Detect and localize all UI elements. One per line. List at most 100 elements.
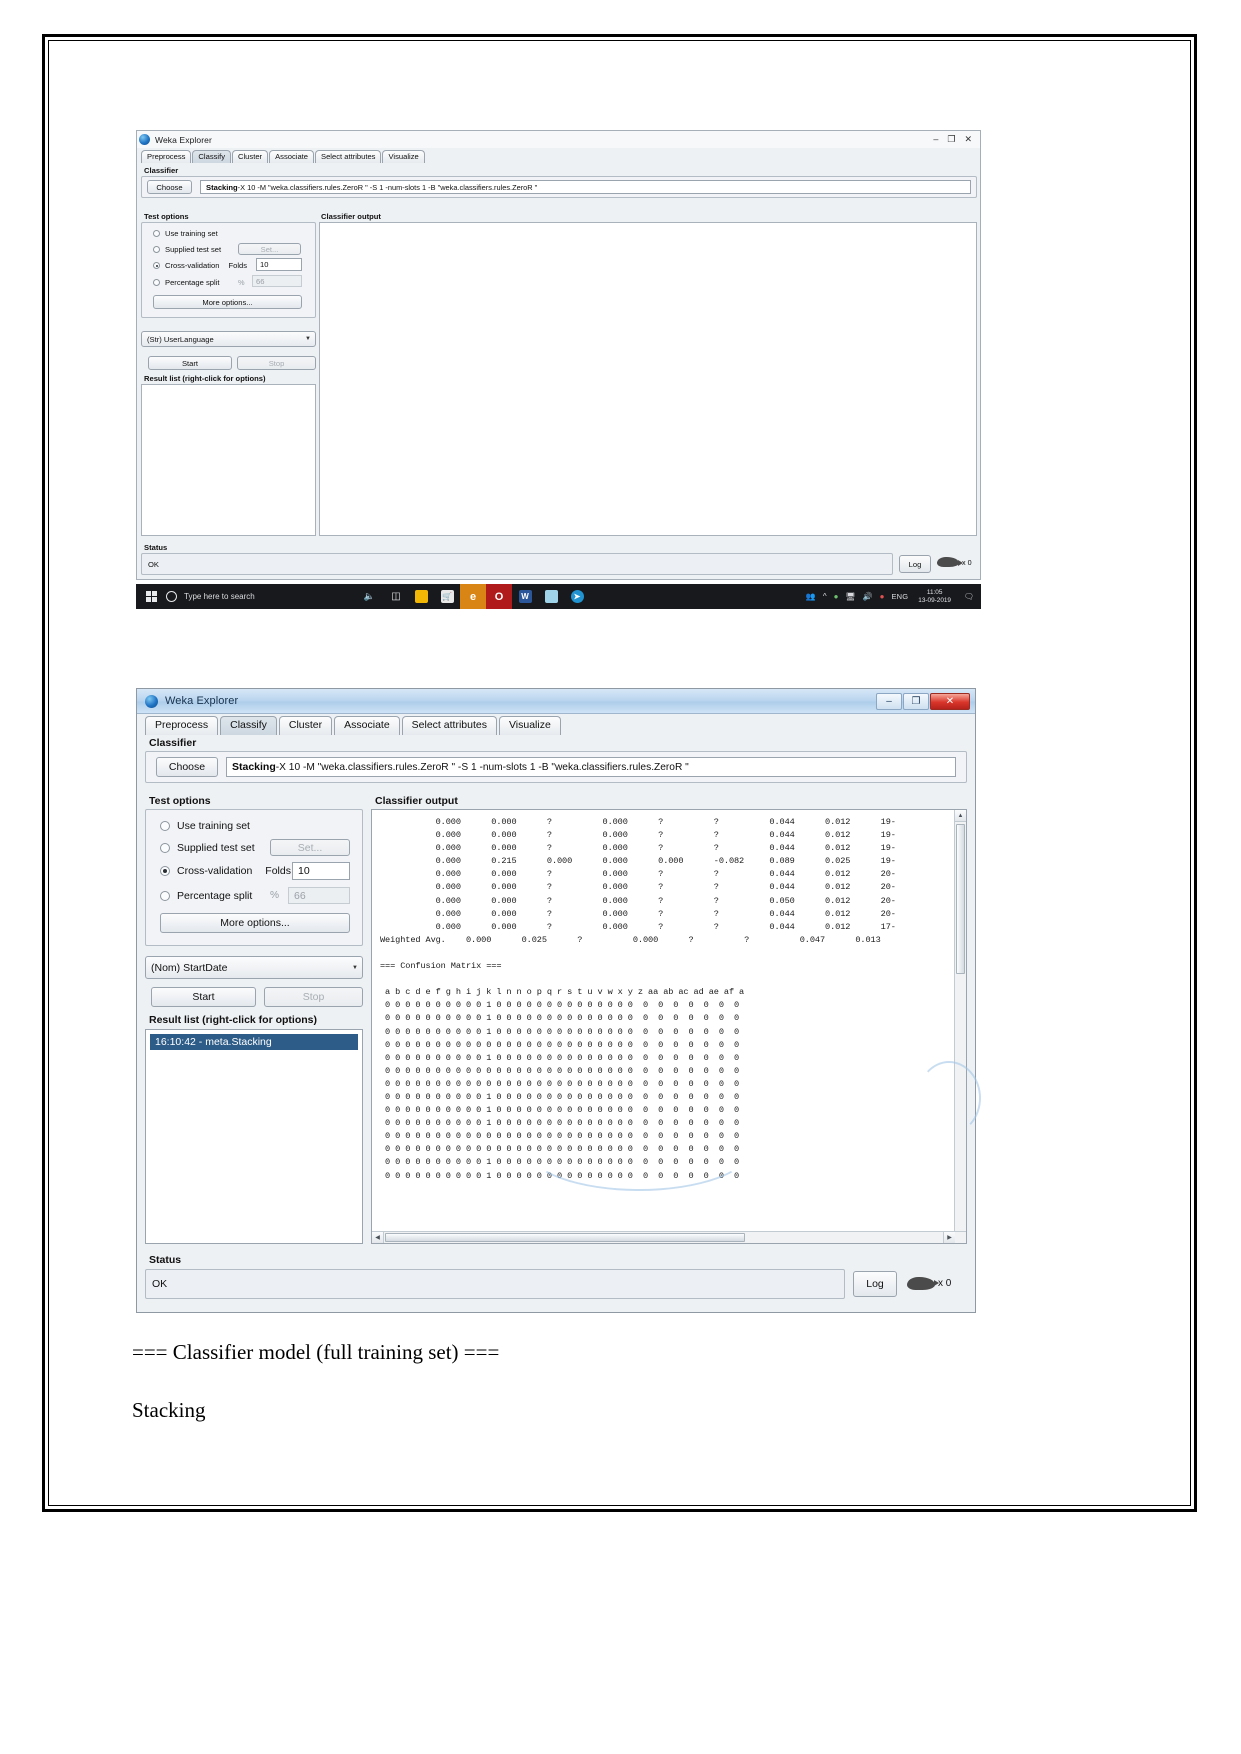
microphone-icon[interactable]: 🔈 bbox=[364, 591, 375, 602]
windows-taskbar: Type here to search 🔈 ◫ 🛒 e O W ➤ 👥 ^ ● … bbox=[136, 584, 981, 609]
maximize-button[interactable]: ❐ bbox=[903, 692, 929, 710]
task-view-icon[interactable]: ◫ bbox=[384, 591, 408, 602]
weka-logo-icon bbox=[139, 134, 150, 145]
show-hidden-icons-chevron[interactable]: ^ bbox=[823, 592, 827, 601]
search-placeholder: Type here to search bbox=[184, 592, 255, 601]
radio-label: Percentage split bbox=[177, 890, 253, 902]
microsoft-store-icon[interactable]: 🛒 bbox=[434, 584, 460, 609]
more-options-button[interactable]: More options... bbox=[153, 295, 302, 309]
weka-explorer-window-bottom: Weka Explorer – ❐ ✕ Preprocess Classify … bbox=[136, 688, 981, 1313]
folds-input[interactable]: 10 bbox=[292, 862, 350, 880]
output-vertical-scrollbar[interactable]: ▲ ▼ bbox=[954, 810, 966, 1243]
notepad-icon[interactable] bbox=[538, 584, 564, 609]
tray-app-icon[interactable]: ● bbox=[834, 592, 839, 601]
system-tray: 👥 ^ ● 🖥 🔊 ● ENG 11:05 13-09-2019 🗨 bbox=[806, 584, 981, 609]
start-button[interactable]: Start bbox=[151, 987, 256, 1007]
radio-cross-validation[interactable]: Cross-validation Folds bbox=[153, 261, 247, 270]
set-button[interactable]: Set... bbox=[238, 243, 301, 255]
action-center-icon[interactable]: 🗨 bbox=[961, 584, 977, 609]
taskbar-search-box[interactable]: Type here to search 🔈 bbox=[166, 584, 384, 609]
scroll-left-icon[interactable]: ◀ bbox=[372, 1232, 384, 1243]
choose-classifier-button[interactable]: Choose bbox=[147, 180, 192, 194]
radio-percentage-split[interactable]: Percentage split bbox=[153, 278, 219, 287]
tab-associate[interactable]: Associate bbox=[334, 715, 400, 735]
radio-use-training-set[interactable]: Use training set bbox=[153, 229, 218, 238]
tab-select-attributes[interactable]: Select attributes bbox=[315, 149, 382, 163]
radio-supplied-test-set[interactable]: Supplied test set bbox=[160, 842, 255, 854]
percentage-split-input[interactable]: 66 bbox=[252, 275, 302, 287]
tab-classify[interactable]: Classify bbox=[220, 715, 277, 735]
percent-symbol: % bbox=[238, 278, 245, 287]
bird-count: x 0 bbox=[938, 1278, 952, 1289]
radio-use-training-set[interactable]: Use training set bbox=[160, 820, 250, 832]
weka-explorer-window-top: Weka Explorer – ❐ ✕ Preprocess Classify … bbox=[136, 130, 981, 580]
class-attribute-combo[interactable]: (Str) UserLanguage ▼ bbox=[141, 331, 316, 347]
document-page: Weka Explorer – ❐ ✕ Preprocess Classify … bbox=[0, 0, 1241, 1754]
class-attribute-combo[interactable]: (Nom) StartDate ▼ bbox=[145, 956, 363, 979]
list-item[interactable]: 16:10:42 - meta.Stacking bbox=[150, 1034, 358, 1050]
scroll-up-icon[interactable]: ▲ bbox=[955, 810, 966, 822]
set-button[interactable]: Set... bbox=[270, 839, 350, 856]
opera-icon[interactable]: O bbox=[486, 584, 512, 609]
result-list-label: Result list (right-click for options) bbox=[144, 374, 266, 383]
tab-classify[interactable]: Classify bbox=[192, 149, 232, 163]
telegram-icon[interactable]: ➤ bbox=[564, 584, 590, 609]
log-button[interactable]: Log bbox=[899, 555, 931, 573]
tab-visualize[interactable]: Visualize bbox=[498, 715, 561, 735]
start-button-windows[interactable] bbox=[136, 591, 166, 602]
tab-visualize[interactable]: Visualize bbox=[382, 149, 425, 163]
radio-supplied-test-set[interactable]: Supplied test set bbox=[153, 245, 221, 254]
start-button[interactable]: Start bbox=[148, 356, 232, 370]
stop-button[interactable]: Stop bbox=[264, 987, 363, 1007]
radio-percentage-split[interactable]: Percentage split bbox=[160, 890, 252, 902]
window2-title: Weka Explorer bbox=[165, 695, 239, 707]
classifier-output-label: Classifier output bbox=[375, 795, 458, 807]
minimize-button[interactable]: – bbox=[876, 692, 902, 710]
stop-button[interactable]: Stop bbox=[237, 356, 316, 370]
radio-cross-validation[interactable]: Cross-validation Folds bbox=[160, 865, 291, 877]
scroll-right-icon[interactable]: ▶ bbox=[943, 1232, 955, 1243]
file-explorer-icon[interactable] bbox=[408, 584, 434, 609]
vertical-scroll-thumb[interactable] bbox=[956, 824, 965, 974]
taskbar-app-icons: 🛒 e O W ➤ bbox=[408, 584, 590, 609]
classifier-output-area[interactable] bbox=[319, 222, 977, 536]
taskbar-clock[interactable]: 11:05 13-09-2019 bbox=[915, 589, 954, 603]
percentage-split-input[interactable]: 66 bbox=[288, 887, 350, 904]
window1-title: Weka Explorer bbox=[155, 134, 212, 145]
output-horizontal-scrollbar[interactable]: ◀ ▶ bbox=[372, 1231, 966, 1243]
tab-preprocess[interactable]: Preprocess bbox=[141, 149, 192, 163]
choose-classifier-button[interactable]: Choose bbox=[156, 757, 218, 777]
radio-label: Supplied test set bbox=[165, 245, 222, 254]
classifier-command-field: Stacking -X 10 -M "weka.classifiers.rule… bbox=[226, 757, 956, 777]
folds-label: Folds bbox=[265, 865, 291, 877]
network-icon[interactable]: 🖥 bbox=[845, 592, 855, 601]
language-indicator[interactable]: ENG bbox=[891, 593, 908, 601]
tab-cluster[interactable]: Cluster bbox=[232, 149, 269, 163]
tab-cluster[interactable]: Cluster bbox=[278, 715, 333, 735]
status-label: Status bbox=[149, 1254, 182, 1266]
windows-logo-icon bbox=[145, 591, 157, 602]
people-icon[interactable]: 👥 bbox=[806, 592, 816, 601]
microsoft-word-icon[interactable]: W bbox=[512, 584, 538, 609]
horizontal-scroll-thumb[interactable] bbox=[385, 1233, 745, 1242]
scroll-artifact bbox=[917, 1061, 981, 1135]
result-list[interactable]: 16:10:42 - meta.Stacking bbox=[145, 1029, 363, 1244]
close-button[interactable]: ✕ bbox=[964, 135, 972, 144]
volume-icon[interactable]: 🔊 bbox=[863, 592, 873, 601]
more-options-button[interactable]: More options... bbox=[160, 913, 350, 933]
radio-indicator bbox=[153, 262, 160, 269]
folds-input[interactable]: 10 bbox=[256, 258, 302, 271]
weka-bird-icon bbox=[907, 1277, 939, 1290]
log-button[interactable]: Log bbox=[853, 1271, 897, 1297]
microsoft-edge-icon[interactable]: e bbox=[460, 584, 486, 609]
tab-associate[interactable]: Associate bbox=[269, 149, 315, 163]
tab-preprocess[interactable]: Preprocess bbox=[145, 715, 219, 735]
result-list[interactable] bbox=[141, 384, 316, 536]
minimize-button[interactable]: – bbox=[933, 135, 938, 144]
tab-select-attributes[interactable]: Select attributes bbox=[401, 715, 497, 735]
antivirus-icon[interactable]: ● bbox=[880, 592, 885, 601]
close-button[interactable]: ✕ bbox=[930, 692, 970, 710]
maximize-button[interactable]: ❐ bbox=[947, 135, 955, 144]
classifier-options: -X 10 -M "weka.classifiers.rules.ZeroR "… bbox=[237, 182, 538, 192]
scroll-artifact bbox=[527, 1107, 751, 1191]
